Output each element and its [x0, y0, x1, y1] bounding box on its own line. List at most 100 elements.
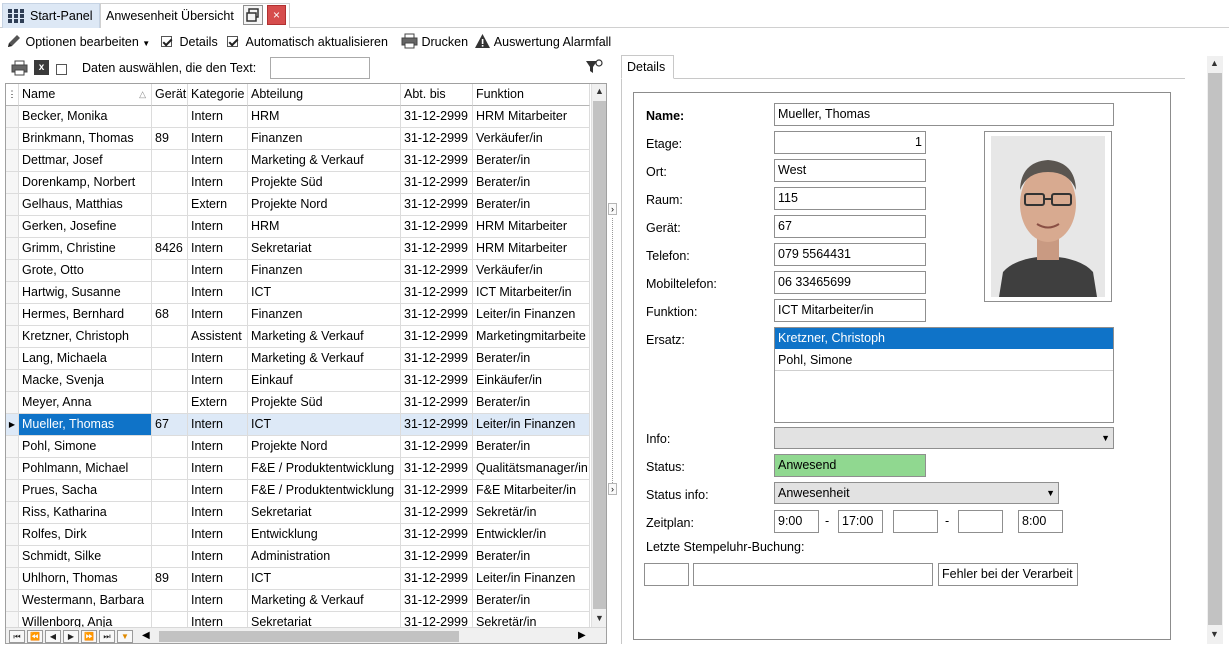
telefon-field[interactable]: 079 5564431 [774, 243, 926, 266]
cell-funktion[interactable]: Berater/in [473, 392, 590, 414]
cell-kategorie[interactable]: Intern [188, 304, 248, 326]
cell-name[interactable]: Brinkmann, Thomas [19, 128, 152, 150]
cell-funktion[interactable]: ICT Mitarbeiter/in [473, 282, 590, 304]
cell-geraet[interactable] [152, 502, 188, 524]
grid-horizontal-scroll-thumb[interactable] [159, 631, 459, 642]
restore-window-icon[interactable] [243, 5, 263, 25]
cell-abteilung[interactable]: Sekretariat [248, 502, 401, 524]
cell-abteilung[interactable]: Marketing & Verkauf [248, 348, 401, 370]
cell-abteilung[interactable]: Marketing & Verkauf [248, 590, 401, 612]
table-row[interactable]: Gerken, Josefine Intern HRM 31-12-2999 HRM M… [6, 216, 590, 238]
cell-name[interactable]: Gerken, Josefine [19, 216, 152, 238]
table-row[interactable]: ▶ Mueller, Thomas 67 Intern ICT 31-12-2999 Lei… [6, 414, 590, 436]
cell-bis[interactable]: 31-12-2999 [401, 216, 473, 238]
cell-abteilung[interactable]: ICT [248, 568, 401, 590]
cell-abteilung[interactable]: Marketing & Verkauf [248, 150, 401, 172]
options-edit-button[interactable]: Optionen bearbeiten ▼ [6, 33, 150, 51]
mobiltelefon-field[interactable]: 06 33465699 [774, 271, 926, 294]
cell-funktion[interactable]: Berater/in [473, 150, 590, 172]
cell-funktion[interactable]: Verkäufer/in [473, 260, 590, 282]
zeitplan-total[interactable]: 8:00 [1018, 510, 1063, 533]
column-header-funktion[interactable]: Funktion [473, 84, 590, 106]
excel-export-icon[interactable]: x [34, 60, 49, 75]
scroll-down-icon[interactable]: ▼ [592, 611, 606, 626]
cell-geraet[interactable] [152, 370, 188, 392]
cell-geraet[interactable]: 89 [152, 568, 188, 590]
cell-abteilung[interactable]: HRM [248, 106, 401, 128]
geraet-field[interactable]: 67 [774, 215, 926, 238]
cell-name[interactable]: Lang, Michaela [19, 348, 152, 370]
cell-geraet[interactable] [152, 326, 188, 348]
cell-kategorie[interactable]: Extern [188, 392, 248, 414]
row-indicator[interactable] [6, 150, 19, 172]
cell-bis[interactable]: 31-12-2999 [401, 458, 473, 480]
cell-abteilung[interactable]: Finanzen [248, 128, 401, 150]
row-indicator[interactable] [6, 436, 19, 458]
cell-name[interactable]: Westermann, Barbara [19, 590, 152, 612]
cell-name[interactable]: Rolfes, Dirk [19, 524, 152, 546]
cell-abteilung[interactable]: Einkauf [248, 370, 401, 392]
row-indicator[interactable] [6, 392, 19, 414]
row-indicator[interactable] [6, 238, 19, 260]
row-indicator[interactable] [6, 590, 19, 612]
cell-kategorie[interactable]: Intern [188, 502, 248, 524]
row-indicator[interactable] [6, 260, 19, 282]
cell-abteilung[interactable]: ICT [248, 414, 401, 436]
cell-bis[interactable]: 31-12-2999 [401, 304, 473, 326]
scroll-down-icon[interactable]: ▼ [1207, 627, 1222, 642]
cell-kategorie[interactable]: Intern [188, 546, 248, 568]
details-toggle[interactable]: Details [161, 33, 218, 51]
cell-funktion[interactable]: Marketingmitarbeite [473, 326, 590, 348]
cell-funktion[interactable]: F&E Mitarbeiter/in [473, 480, 590, 502]
cell-kategorie[interactable]: Intern [188, 106, 248, 128]
scroll-up-icon[interactable]: ▲ [592, 84, 606, 99]
column-chooser-icon[interactable]: ⋮ [6, 84, 19, 106]
cell-funktion[interactable]: Berater/in [473, 172, 590, 194]
cell-geraet[interactable] [152, 392, 188, 414]
cell-geraet[interactable] [152, 150, 188, 172]
cell-bis[interactable]: 31-12-2999 [401, 128, 473, 150]
row-indicator[interactable] [6, 502, 19, 524]
table-row[interactable]: Becker, Monika Intern HRM 31-12-2999 HRM Mit… [6, 106, 590, 128]
nav-next-icon[interactable]: ▶ [63, 630, 79, 643]
status-info-select[interactable]: Anwesenheit ▼ [774, 482, 1059, 504]
ort-field[interactable]: West [774, 159, 926, 182]
cell-bis[interactable]: 31-12-2999 [401, 546, 473, 568]
row-indicator[interactable] [6, 546, 19, 568]
row-indicator[interactable] [6, 568, 19, 590]
auto-refresh-checkbox[interactable] [227, 36, 238, 47]
cell-geraet[interactable] [152, 260, 188, 282]
cell-kategorie[interactable]: Intern [188, 458, 248, 480]
cell-funktion[interactable]: HRM Mitarbeiter [473, 238, 590, 260]
cell-funktion[interactable]: Berater/in [473, 194, 590, 216]
nav-prev-page-icon[interactable]: ⏪ [27, 630, 43, 643]
cell-funktion[interactable]: Qualitätsmanager/in [473, 458, 590, 480]
cell-kategorie[interactable]: Intern [188, 128, 248, 150]
cell-funktion[interactable]: Berater/in [473, 348, 590, 370]
cell-bis[interactable]: 31-12-2999 [401, 524, 473, 546]
cell-funktion[interactable]: Sekretär/in [473, 502, 590, 524]
table-row[interactable]: Riss, Katharina Intern Sekretariat 31-12-29… [6, 502, 590, 524]
etage-field[interactable]: 1 [774, 131, 926, 154]
cell-kategorie[interactable]: Intern [188, 590, 248, 612]
cell-kategorie[interactable]: Intern [188, 480, 248, 502]
cell-kategorie[interactable]: Intern [188, 150, 248, 172]
filter-checkbox[interactable] [56, 64, 67, 75]
nav-next-page-icon[interactable]: ⏩ [81, 630, 97, 643]
current-row-indicator[interactable]: ▶ [6, 414, 19, 436]
auto-refresh-toggle[interactable]: Automatisch aktualisieren [227, 33, 388, 51]
column-header-name[interactable]: Name △ [19, 84, 152, 106]
cell-geraet[interactable] [152, 480, 188, 502]
table-row[interactable]: Hermes, Bernhard 68 Intern Finanzen 31-12-29… [6, 304, 590, 326]
cell-bis[interactable]: 31-12-2999 [401, 260, 473, 282]
cell-funktion[interactable]: Entwickler/in [473, 524, 590, 546]
cell-name[interactable]: Grimm, Christine [19, 238, 152, 260]
zeitplan-from-1[interactable]: 9:00 [774, 510, 819, 533]
cell-abteilung[interactable]: Projekte Süd [248, 172, 401, 194]
cell-geraet[interactable] [152, 216, 188, 238]
table-row[interactable]: Gelhaus, Matthias Extern Projekte Nord 31-1… [6, 194, 590, 216]
cell-bis[interactable]: 31-12-2999 [401, 502, 473, 524]
column-header-kategorie[interactable]: Kategorie [188, 84, 248, 106]
scroll-right-icon[interactable]: ▶ [578, 630, 586, 641]
cell-kategorie[interactable]: Intern [188, 216, 248, 238]
